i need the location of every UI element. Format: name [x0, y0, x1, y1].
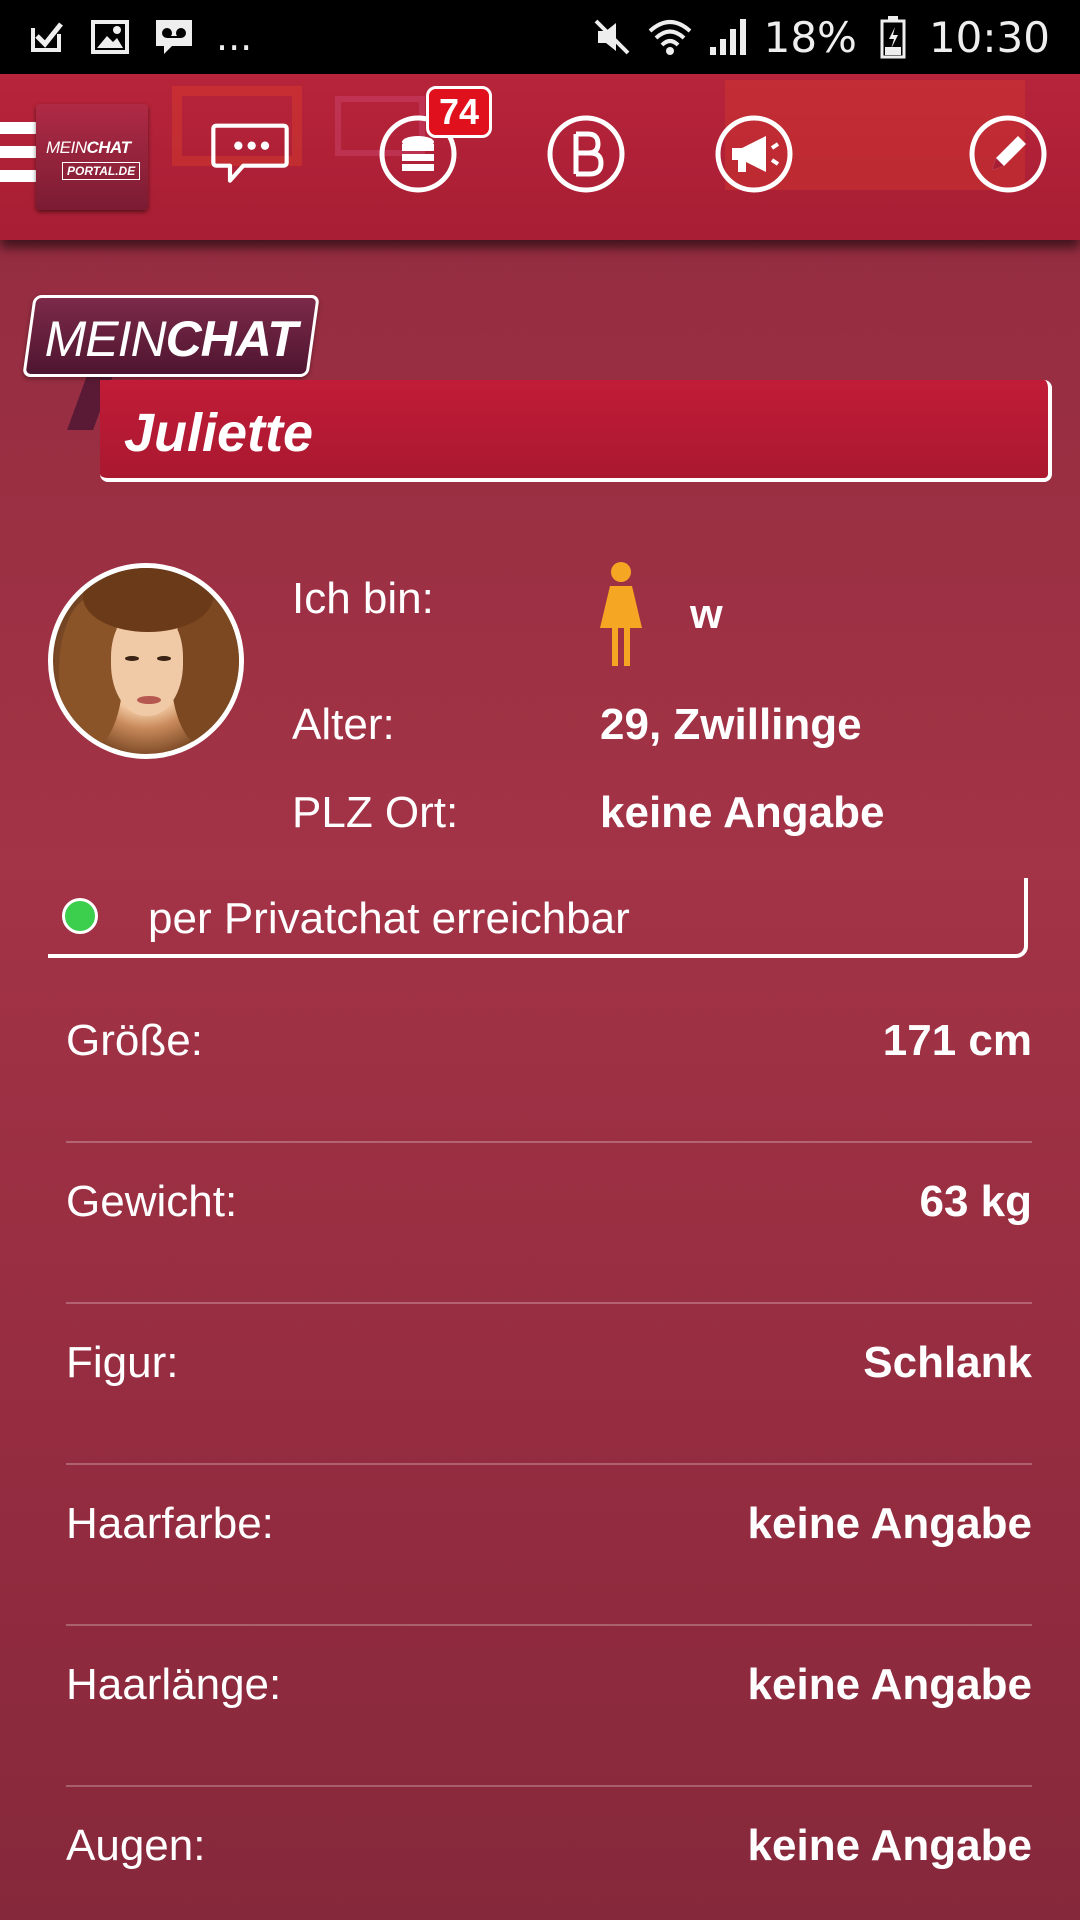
- app-logo[interactable]: MEINCHAT PORTAL.DE: [36, 104, 148, 210]
- availability-text: per Privatchat erreichbar: [148, 894, 630, 943]
- notification-more: ...: [216, 15, 253, 59]
- online-indicator: [62, 898, 98, 934]
- female-icon: [596, 560, 646, 668]
- detail-row-weight: Gewicht: 63 kg: [66, 1143, 1032, 1304]
- location-value: keine Angabe: [600, 788, 885, 837]
- detail-value: keine Angabe: [747, 1499, 1032, 1548]
- mute-icon: [590, 15, 634, 59]
- signal-icon: [706, 15, 750, 59]
- detail-row-hair-length: Haarlänge: keine Angabe: [66, 1626, 1032, 1787]
- battery-level: 18%: [763, 12, 857, 62]
- brand-badge: MEINCHAT: [22, 295, 320, 377]
- logo-domain: PORTAL.DE: [62, 162, 141, 180]
- brand-text-light: MEIN: [44, 311, 166, 367]
- detail-row-size: Größe: 171 cm: [66, 982, 1032, 1143]
- b-icon[interactable]: [546, 114, 626, 194]
- location-label: PLZ Ort:: [292, 788, 459, 837]
- avatar[interactable]: [48, 563, 244, 759]
- detail-value: Schlank: [863, 1338, 1032, 1387]
- detail-row-hair-color: Haarfarbe: keine Angabe: [66, 1465, 1032, 1626]
- check-icon: [24, 15, 68, 59]
- detail-label: Haarfarbe:: [66, 1499, 274, 1548]
- profile-details-list: Größe: 171 cm Gewicht: 63 kg Figur: Schl…: [66, 982, 1032, 1920]
- detail-label: Größe:: [66, 1016, 203, 1065]
- logo-text-bold: CHAT: [86, 138, 131, 157]
- voicemail-icon: [152, 15, 196, 59]
- image-icon: [88, 15, 132, 59]
- availability-status[interactable]: per Privatchat erreichbar: [48, 878, 1028, 958]
- clock: 10:30: [928, 12, 1050, 62]
- age-value: 29, Zwillinge: [600, 700, 862, 749]
- coins-badge: 74: [426, 86, 492, 138]
- detail-value: keine Angabe: [747, 1821, 1032, 1870]
- detail-row-figure: Figur: Schlank: [66, 1304, 1032, 1465]
- detail-label: Gewicht:: [66, 1177, 238, 1226]
- edit-icon[interactable]: [968, 114, 1048, 194]
- gender-value: w: [690, 590, 723, 637]
- app-bar: MEINCHAT PORTAL.DE 74: [0, 74, 1080, 240]
- detail-label: Haarlänge:: [66, 1660, 282, 1709]
- detail-label: Figur:: [66, 1338, 179, 1387]
- gender-label: Ich bin:: [292, 574, 434, 623]
- brand-text-bold: CHAT: [165, 311, 297, 367]
- detail-value: 171 cm: [882, 1016, 1032, 1065]
- profile-username: Juliette: [124, 403, 314, 463]
- detail-value: 63 kg: [919, 1177, 1032, 1226]
- wifi-icon: [648, 15, 692, 59]
- megaphone-icon[interactable]: [714, 114, 794, 194]
- age-label: Alter:: [292, 700, 395, 749]
- menu-icon[interactable]: [0, 122, 38, 202]
- name-banner: Juliette: [100, 380, 1052, 482]
- chat-bubble-icon[interactable]: [210, 114, 290, 194]
- battery-icon: [871, 15, 915, 59]
- detail-row-eyes: Augen: keine Angabe: [66, 1787, 1032, 1920]
- logo-text-light: MEIN: [46, 138, 87, 157]
- detail-label: Augen:: [66, 1821, 206, 1870]
- status-bar: ... 18% 10:30: [0, 0, 1080, 74]
- detail-value: keine Angabe: [747, 1660, 1032, 1709]
